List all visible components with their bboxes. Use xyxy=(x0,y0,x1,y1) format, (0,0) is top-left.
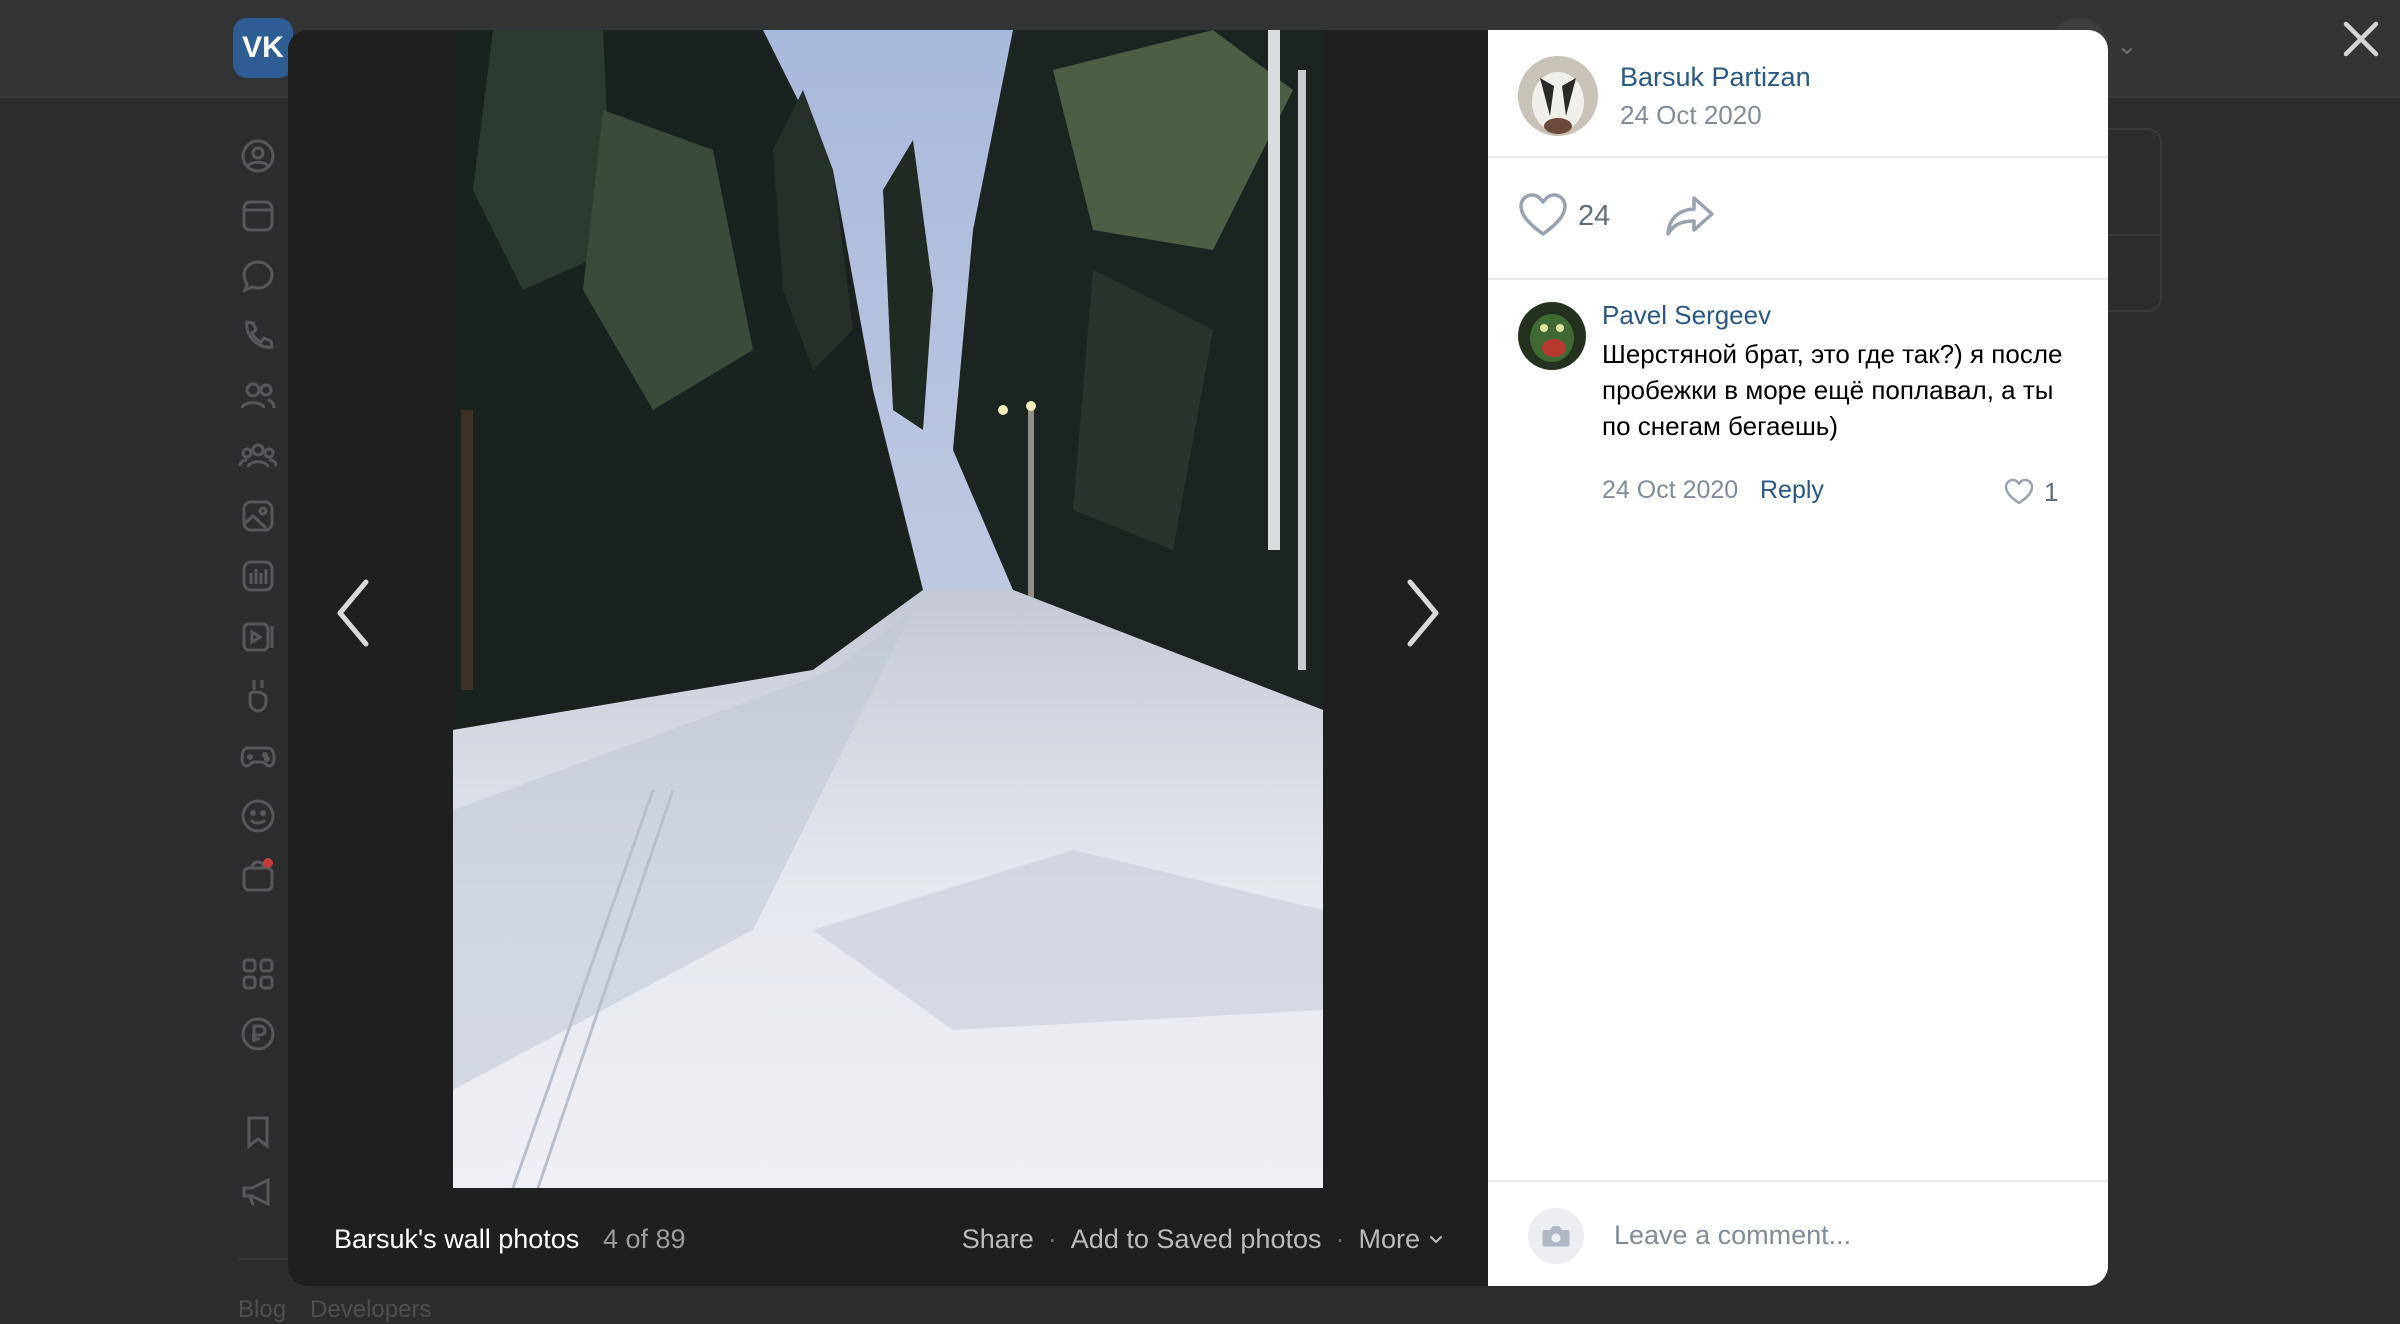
services-icon[interactable] xyxy=(238,954,278,994)
photo[interactable] xyxy=(453,30,1323,1188)
close-icon xyxy=(2343,21,2379,57)
news-icon[interactable] xyxy=(238,196,278,236)
attach-photo-button[interactable] xyxy=(1528,1208,1584,1264)
clips-icon[interactable] xyxy=(238,676,278,716)
commenter-avatar[interactable] xyxy=(1518,302,1586,370)
reactions-row: 24 xyxy=(1488,156,2108,280)
messenger-icon[interactable] xyxy=(238,256,278,296)
chevron-left-icon xyxy=(337,579,369,647)
camera-icon xyxy=(1542,1226,1570,1247)
footer-link-blog[interactable]: Blog xyxy=(238,1296,286,1323)
music-icon[interactable] xyxy=(238,556,278,596)
sidebar-divider xyxy=(238,1258,288,1260)
album-title-link[interactable]: Barsuk's wall photos xyxy=(334,1224,579,1255)
badger-avatar-image xyxy=(1518,56,1598,136)
friends-icon[interactable] xyxy=(238,376,278,416)
add-to-saved-link[interactable]: Add to Saved photos xyxy=(1071,1224,1322,1255)
comment-like-count: 1 xyxy=(2044,477,2059,507)
comment-like-button[interactable] xyxy=(2004,478,2034,506)
photo-actions: Share · Add to Saved photos · More xyxy=(962,1224,1444,1255)
chevron-down-icon[interactable]: ⌄ xyxy=(2116,30,2138,61)
comment-item: Pavel Sergeev Шерстяной брат, это где та… xyxy=(1488,280,2108,507)
chevron-down-icon xyxy=(1430,1236,1442,1244)
ads-icon[interactable] xyxy=(238,1172,278,1212)
post-date: 24 Oct 2020 xyxy=(1620,100,1762,130)
share-button[interactable] xyxy=(1664,192,1716,238)
commenter-name-link[interactable]: Pavel Sergeev xyxy=(1602,300,1771,331)
more-label: More xyxy=(1358,1224,1420,1254)
snowy-forest-path-image xyxy=(453,30,1323,1188)
photos-icon[interactable] xyxy=(238,496,278,536)
comment-text: Шерстяной брат, это где так?) я после пр… xyxy=(1602,339,2063,441)
comment-date: 24 Oct 2020 xyxy=(1602,476,1739,504)
comment-input[interactable] xyxy=(1614,1212,2074,1258)
chevron-right-icon xyxy=(1407,579,1439,647)
share-link[interactable]: Share xyxy=(962,1224,1034,1255)
heart-icon xyxy=(2004,478,2034,505)
heart-icon xyxy=(1519,193,1567,236)
share-arrow-icon xyxy=(1666,196,1714,236)
photo-bottom-bar: Barsuk's wall photos 4 of 89 Share · Add… xyxy=(288,1188,1488,1286)
author-name-link[interactable]: Barsuk Partizan xyxy=(1620,62,1811,93)
games-icon[interactable] xyxy=(238,736,278,776)
previous-photo-button[interactable] xyxy=(324,568,384,658)
more-menu[interactable]: More xyxy=(1358,1224,1444,1255)
vk-pay-icon[interactable] xyxy=(238,1014,278,1054)
footer-link-developers[interactable]: Developers xyxy=(310,1296,431,1323)
profile-icon[interactable] xyxy=(238,136,278,176)
photo-pane: Barsuk's wall photos 4 of 89 Share · Add… xyxy=(288,30,1488,1286)
reply-link[interactable]: Reply xyxy=(1760,476,1824,505)
notification-dot xyxy=(263,858,273,868)
video-icon[interactable] xyxy=(238,616,278,656)
separator-dot: · xyxy=(1047,1224,1057,1254)
comment-composer xyxy=(1488,1180,2108,1286)
photo-counter: 4 of 89 xyxy=(603,1224,686,1254)
author-avatar[interactable] xyxy=(1518,56,1598,136)
separator-dot: · xyxy=(1335,1224,1345,1254)
vk-logo[interactable]: VK xyxy=(233,18,293,78)
photo-viewer: Barsuk's wall photos 4 of 89 Share · Add… xyxy=(288,30,2108,1286)
lizard-avatar-image xyxy=(1518,302,1586,370)
bookmarks-icon[interactable] xyxy=(238,1112,278,1152)
photo-info-panel: Barsuk Partizan 24 Oct 2020 24 Pavel Ser… xyxy=(1488,30,2108,1286)
calls-icon[interactable] xyxy=(238,316,278,356)
footer-links: Blog Developers xyxy=(238,1296,455,1324)
author-header: Barsuk Partizan 24 Oct 2020 xyxy=(1488,30,2108,158)
next-photo-button[interactable] xyxy=(1392,568,1452,658)
like-count: 24 xyxy=(1578,200,1611,232)
close-viewer-button[interactable] xyxy=(2338,16,2384,62)
communities-icon[interactable] xyxy=(238,436,278,476)
stickers-icon[interactable] xyxy=(238,796,278,836)
like-button[interactable] xyxy=(1518,192,1568,238)
